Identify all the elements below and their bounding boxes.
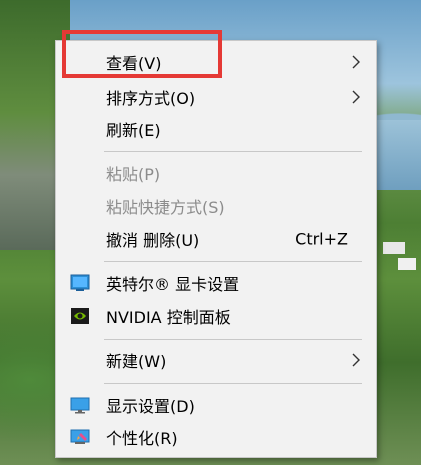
wallpaper-house: [383, 242, 405, 254]
menu-item-new[interactable]: 新建(W): [56, 344, 376, 376]
menu-item-label: NVIDIA 控制面板: [106, 308, 231, 327]
menu-separator: [104, 339, 362, 340]
chevron-right-icon: [352, 90, 360, 104]
menu-item-paste-shortcut: 粘贴快捷方式(S): [56, 190, 376, 222]
menu-item-label: 粘贴(P): [106, 165, 161, 184]
nvidia-icon: [71, 308, 89, 324]
menu-item-label: 排序方式(O): [106, 89, 196, 108]
intel-graphics-icon: [70, 274, 90, 291]
shortcut-label: Ctrl+Z: [295, 229, 348, 249]
display-icon: [70, 397, 90, 414]
desktop-context-menu: 查看(V) 排序方式(O) 刷新(E) 粘贴(P) 粘贴快捷方式(S) 撤消 删…: [55, 40, 377, 458]
menu-item-label: 个性化(R): [106, 429, 178, 448]
chevron-right-icon: [352, 353, 360, 367]
menu-separator: [104, 383, 362, 384]
menu-item-personalize[interactable]: 个性化(R): [56, 421, 376, 453]
wallpaper-house: [398, 258, 416, 270]
menu-separator: [104, 151, 362, 152]
menu-item-nvidia-control-panel[interactable]: NVIDIA 控制面板: [56, 300, 376, 332]
menu-item-refresh[interactable]: 刷新(E): [56, 113, 376, 145]
menu-item-paste: 粘贴(P): [56, 157, 376, 189]
menu-item-intel-graphics[interactable]: 英特尔® 显卡设置: [56, 267, 376, 299]
menu-separator: [104, 261, 362, 262]
chevron-right-icon: [352, 55, 360, 69]
menu-item-label: 显示设置(D): [106, 397, 195, 416]
personalize-icon: [70, 429, 90, 444]
menu-item-label: 英特尔® 显卡设置: [106, 275, 240, 294]
menu-item-label: 粘贴快捷方式(S): [106, 198, 225, 217]
menu-item-undo-delete[interactable]: 撤消 删除(U) Ctrl+Z: [56, 223, 376, 255]
menu-item-display-settings[interactable]: 显示设置(D): [56, 389, 376, 421]
menu-item-label: 刷新(E): [106, 121, 161, 140]
menu-item-label: 撤消 删除(U): [106, 231, 200, 250]
menu-item-sort-by[interactable]: 排序方式(O): [56, 81, 376, 113]
highlight-annotation: [62, 30, 222, 78]
wallpaper-water: [371, 120, 421, 190]
menu-item-label: 新建(W): [106, 352, 167, 371]
